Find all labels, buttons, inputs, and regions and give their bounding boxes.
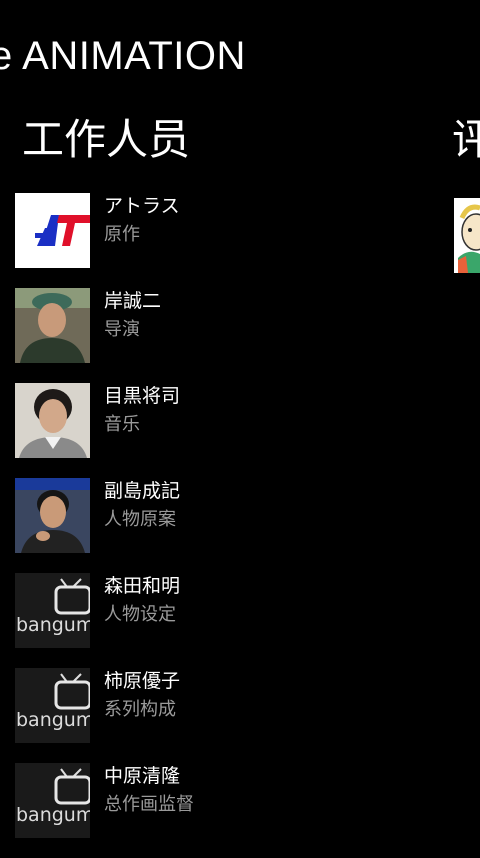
staff-item[interactable]: bangumi 森田和明 人物设定 bbox=[15, 573, 455, 668]
staff-section-title[interactable]: 工作人员 bbox=[22, 106, 190, 167]
bangumi-logo-text: bangumi bbox=[16, 804, 90, 826]
staff-name: 目黒将司 bbox=[104, 385, 181, 407]
person-photo-avatar bbox=[15, 288, 90, 363]
bangumi-placeholder-avatar: bangumi bbox=[15, 763, 90, 838]
staff-name: 柿原優子 bbox=[104, 670, 181, 692]
staff-name: 岸誠二 bbox=[104, 290, 162, 312]
comment-user-avatar[interactable] bbox=[454, 198, 480, 273]
staff-role: 原作 bbox=[104, 224, 140, 245]
staff-item[interactable]: 岸誠二 导演 bbox=[15, 288, 455, 383]
staff-role: 系列构成 bbox=[104, 699, 176, 720]
staff-name: 森田和明 bbox=[104, 575, 181, 597]
staff-item[interactable]: 目黒将司 音乐 bbox=[15, 383, 455, 478]
person-photo-avatar bbox=[15, 383, 90, 458]
staff-item[interactable]: bangumi 柿原優子 系列构成 bbox=[15, 668, 455, 763]
staff-role: 导演 bbox=[104, 319, 140, 340]
comments-section-title[interactable]: 评 bbox=[452, 106, 480, 167]
staff-item[interactable]: アトラス 原作 bbox=[15, 193, 455, 288]
staff-list: アトラス 原作 岸誠二 导演 目黒将司 音乐 副島成記 人物原案 bangum … bbox=[15, 193, 455, 858]
staff-name: 副島成記 bbox=[104, 480, 181, 502]
app-title: e ANIMATION bbox=[0, 34, 246, 78]
person-photo-avatar bbox=[15, 478, 90, 553]
atlus-logo-avatar bbox=[15, 193, 90, 268]
staff-role: 总作画监督 bbox=[104, 794, 194, 815]
bangumi-logo-text: bangumi bbox=[16, 614, 90, 636]
bangumi-placeholder-avatar: bangumi bbox=[15, 573, 90, 648]
staff-name: アトラス bbox=[104, 195, 180, 217]
staff-name: 中原清隆 bbox=[104, 765, 181, 787]
staff-item[interactable]: 副島成記 人物原案 bbox=[15, 478, 455, 573]
staff-role: 人物原案 bbox=[104, 509, 176, 530]
bangumi-logo-text: bangumi bbox=[16, 709, 90, 731]
staff-role: 音乐 bbox=[104, 414, 140, 435]
bangumi-placeholder-avatar: bangumi bbox=[15, 668, 90, 743]
staff-item[interactable]: bangumi 中原清隆 总作画监督 bbox=[15, 763, 455, 858]
staff-role: 人物设定 bbox=[104, 604, 176, 625]
